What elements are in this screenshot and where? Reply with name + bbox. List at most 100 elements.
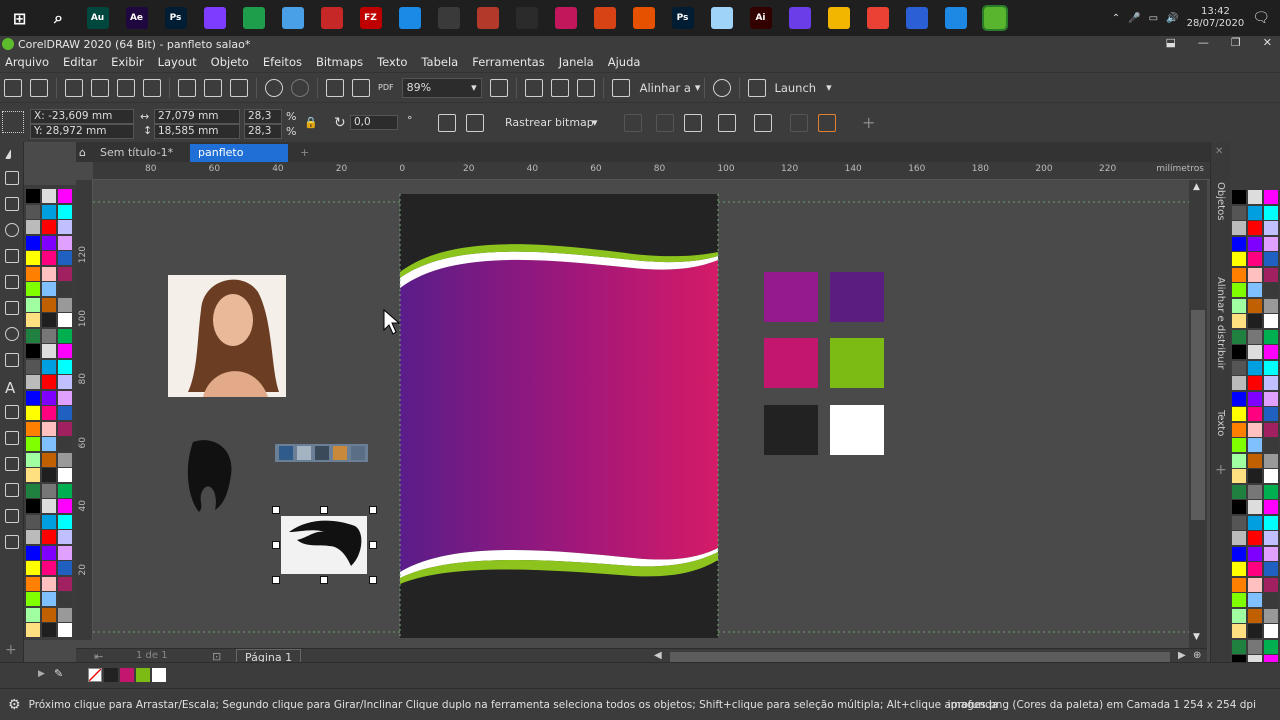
menu-texto[interactable]: Texto (372, 55, 416, 69)
palette-color-swatch[interactable] (42, 328, 56, 343)
gear-app-icon[interactable] (476, 7, 499, 29)
chevron-up-icon[interactable]: ⌃ (1112, 13, 1120, 24)
mirror-vertical-icon[interactable] (466, 114, 484, 132)
palette-color-swatch[interactable] (42, 359, 56, 374)
palette-color-swatch[interactable] (42, 530, 56, 544)
align-to-button[interactable]: Alinhar a (640, 81, 691, 95)
pick-tool-icon[interactable] (5, 149, 11, 159)
selection-handle[interactable] (272, 506, 280, 514)
palette-color-swatch[interactable] (1264, 407, 1278, 421)
palette-color-swatch[interactable] (42, 514, 56, 529)
palette-color-swatch[interactable] (58, 576, 72, 591)
chevron-down-icon[interactable]: ▾ (695, 81, 701, 94)
doc-swatch-white[interactable] (152, 668, 166, 682)
palette-color-swatch[interactable] (1248, 267, 1262, 282)
y-position-field[interactable]: Y: 28,972 mm (30, 124, 134, 139)
eyedropper-icon[interactable] (5, 509, 19, 523)
palette-color-swatch[interactable] (1248, 624, 1262, 638)
palette-color-swatch[interactable] (1232, 376, 1246, 390)
palette-color-swatch[interactable] (42, 189, 56, 203)
grid-icon[interactable] (550, 78, 569, 97)
trace-bitmap-button[interactable]: Rastrear bitmap (505, 116, 594, 129)
home-icon[interactable]: ⌂ (76, 144, 89, 162)
scroll-left-icon[interactable]: ◀ (654, 650, 662, 661)
palette-color-swatch[interactable] (1232, 593, 1246, 607)
palette-color-swatch[interactable] (42, 251, 56, 265)
woman-photo-image[interactable] (168, 275, 286, 397)
palette-color-swatch[interactable] (1232, 608, 1246, 623)
guidelines-icon[interactable] (576, 78, 595, 97)
search-icon[interactable]: ⌕ (48, 7, 70, 29)
palette-color-swatch[interactable] (1264, 515, 1278, 530)
palette-color-swatch[interactable] (26, 561, 40, 575)
palette-color-swatch[interactable] (1264, 484, 1278, 499)
palette-color-swatch[interactable] (42, 576, 56, 591)
palette-color-swatch[interactable] (42, 390, 56, 405)
fill-tool-icon[interactable] (5, 535, 19, 549)
palette-color-swatch[interactable] (1248, 236, 1262, 251)
scroll-right-icon[interactable]: ▶ (1178, 650, 1186, 661)
cloud-upload-icon[interactable] (91, 78, 109, 97)
palette-color-swatch[interactable] (1264, 360, 1278, 375)
palette-color-swatch[interactable] (1264, 252, 1278, 266)
palette-color-swatch[interactable] (1264, 205, 1278, 220)
palette-color-swatch[interactable] (1264, 593, 1278, 607)
feather-icon[interactable] (788, 7, 811, 29)
palette-color-swatch[interactable] (1248, 593, 1262, 607)
artistic-media-icon[interactable] (5, 275, 19, 289)
palette-color-swatch[interactable] (1264, 531, 1278, 545)
palette-color-swatch[interactable] (42, 468, 56, 482)
palette-color-swatch[interactable] (1264, 329, 1278, 344)
palette-color-swatch[interactable] (58, 545, 72, 560)
doc-swatch-magenta[interactable] (120, 668, 134, 682)
zoom-level-select[interactable]: 89% ▾ (401, 77, 482, 98)
thumbnail-strip-image[interactable] (275, 444, 368, 462)
palette-color-swatch[interactable] (1264, 453, 1278, 468)
save-icon[interactable] (65, 78, 83, 97)
palette-color-swatch[interactable] (1248, 484, 1262, 499)
palette-color-swatch[interactable] (58, 390, 72, 405)
palette-color-swatch[interactable] (58, 359, 72, 374)
photoshop-icon[interactable]: Ps (164, 7, 187, 29)
palette-color-swatch[interactable] (26, 483, 40, 498)
palette-color-swatch[interactable] (1232, 283, 1246, 297)
palette-color-swatch[interactable] (1264, 236, 1278, 251)
document-icon[interactable] (281, 7, 304, 29)
vertical-scrollbar[interactable]: ▲ ▼ (1189, 180, 1207, 648)
drop-shadow-icon[interactable] (5, 457, 19, 471)
tab-sem-titulo[interactable]: Sem título-1* (92, 144, 181, 162)
palette-color-swatch[interactable] (42, 592, 56, 606)
palette-color-swatch[interactable] (42, 483, 56, 498)
swatch-purple[interactable] (764, 272, 818, 322)
palette-color-swatch[interactable] (26, 282, 40, 296)
palette-color-swatch[interactable] (1248, 500, 1262, 514)
palette-color-swatch[interactable] (1248, 205, 1262, 220)
selection-handle[interactable] (369, 576, 377, 584)
palette-color-swatch[interactable] (58, 220, 72, 234)
palette-color-swatch[interactable] (1232, 236, 1246, 251)
palette-color-swatch[interactable] (26, 251, 40, 265)
selection-handle[interactable] (272, 576, 280, 584)
palette-color-swatch[interactable] (42, 607, 56, 622)
palette-color-swatch[interactable] (26, 545, 40, 560)
menu-bitmaps[interactable]: Bitmaps (311, 55, 372, 69)
palette-color-swatch[interactable] (42, 421, 56, 436)
selection-handle[interactable] (369, 541, 377, 549)
scale-width-field[interactable]: 28,3 (244, 109, 282, 124)
palette-color-swatch[interactable] (1248, 252, 1262, 266)
doc-swatch-black[interactable] (104, 668, 118, 682)
palette-color-swatch[interactable] (42, 344, 56, 358)
palette-color-swatch[interactable] (58, 375, 72, 389)
palette-color-swatch[interactable] (1248, 577, 1262, 592)
palette-color-swatch[interactable] (1232, 438, 1246, 452)
palette-color-swatch[interactable] (26, 452, 40, 467)
palette-color-swatch[interactable] (26, 220, 40, 234)
palette-color-swatch[interactable] (1248, 283, 1262, 297)
palette-color-swatch[interactable] (1232, 531, 1246, 545)
palette-color-swatch[interactable] (58, 514, 72, 529)
layers-icon[interactable] (818, 114, 836, 132)
menu-exibir[interactable]: Exibir (106, 55, 153, 69)
paste-icon[interactable] (230, 78, 248, 97)
doc-swatch-green[interactable] (136, 668, 150, 682)
palette-color-swatch[interactable] (42, 282, 56, 296)
